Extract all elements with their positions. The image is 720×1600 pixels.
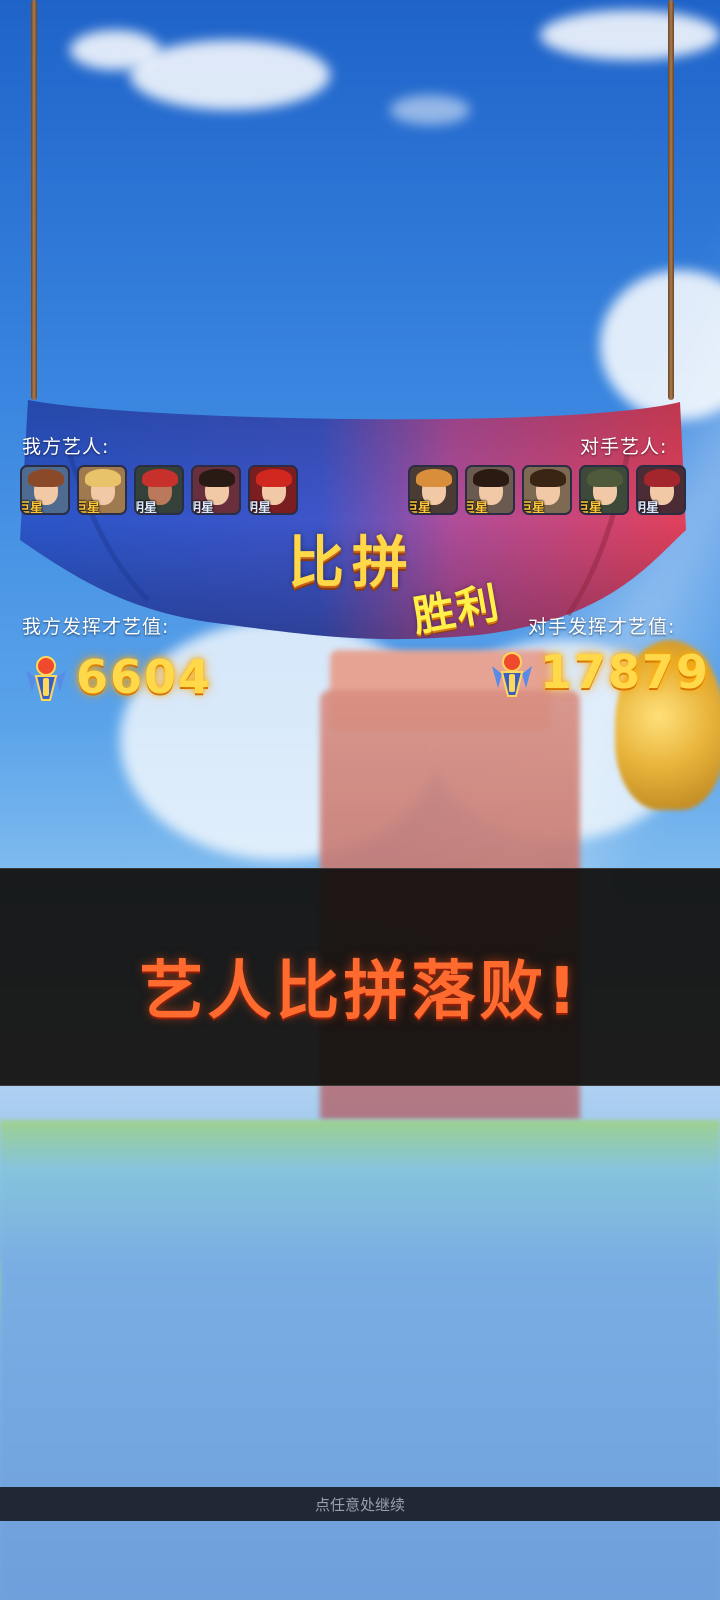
rank-badge: 明星	[250, 501, 272, 515]
rank-badge: 明星	[193, 501, 215, 515]
rank-badge: 巨星	[79, 501, 101, 515]
left-rope	[31, 0, 37, 400]
rank-badge: 巨星	[410, 501, 432, 515]
talent-medal-icon	[26, 656, 66, 701]
right-team-label: 对手艺人:	[580, 436, 668, 458]
hair	[28, 469, 64, 487]
rank-badge: 巨星	[524, 501, 546, 515]
hair	[530, 469, 566, 487]
left-avatar-4[interactable]: 明星	[191, 465, 241, 515]
right-avatar-3[interactable]: 巨星	[522, 465, 572, 515]
continue-hint: 点任意处继续	[314, 1496, 405, 1514]
talent-medal-icon	[492, 652, 532, 697]
right-rope	[668, 0, 674, 400]
left-avatar-5[interactable]: 明星	[248, 465, 298, 515]
right-avatar-4[interactable]: 巨星	[579, 465, 629, 515]
right-team-avatars: 巨星 巨星 巨星 巨星 明星	[408, 465, 686, 515]
hair	[85, 469, 121, 487]
cloud	[70, 30, 160, 70]
right-avatar-5[interactable]: 明星	[636, 465, 686, 515]
hair	[644, 469, 680, 487]
right-avatar-1[interactable]: 巨星	[408, 465, 458, 515]
hair	[256, 469, 292, 487]
right-score-value: 17879	[540, 645, 711, 699]
left-score-label: 我方发挥才艺值:	[22, 616, 170, 638]
banner-title: 比拼	[288, 531, 416, 596]
result-message: 艺人比拼落败!	[139, 955, 581, 1029]
cloud	[390, 95, 470, 125]
hair	[473, 469, 509, 487]
hair	[416, 469, 452, 487]
hair	[199, 469, 235, 487]
hair	[142, 469, 178, 487]
right-avatar-2[interactable]: 巨星	[465, 465, 515, 515]
banner-cloth	[20, 400, 686, 640]
cloud	[540, 10, 720, 60]
left-team-label: 我方艺人:	[22, 436, 110, 458]
cloud	[130, 40, 330, 110]
left-avatar-1[interactable]: 巨星	[20, 465, 70, 515]
rank-badge: 巨星	[22, 501, 44, 515]
rank-badge: 明星	[136, 501, 158, 515]
left-avatar-3[interactable]: 明星	[134, 465, 184, 515]
rank-badge: 巨星	[581, 501, 603, 515]
left-team-avatars: 巨星 巨星 明星 明星 明星	[20, 465, 298, 515]
game-background[interactable]	[0, 0, 720, 1600]
hair	[587, 469, 623, 487]
rank-badge: 巨星	[467, 501, 489, 515]
rank-badge: 明星	[638, 501, 660, 515]
right-score-label: 对手发挥才艺值:	[528, 616, 676, 638]
ground	[0, 1120, 720, 1600]
left-avatar-2[interactable]: 巨星	[77, 465, 127, 515]
left-score-value: 6604	[76, 650, 213, 704]
